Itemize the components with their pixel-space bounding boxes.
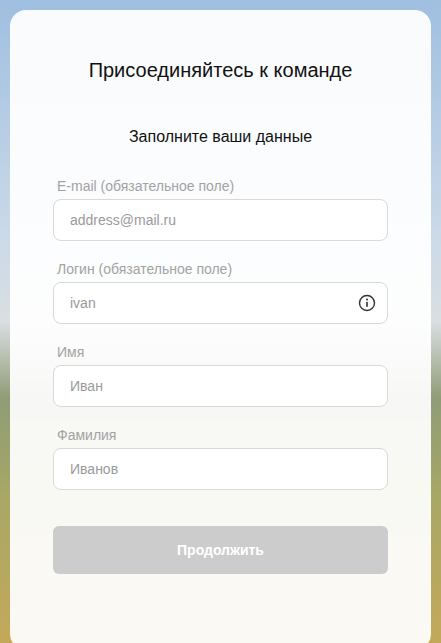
text-input[interactable]	[53, 199, 388, 241]
field-wrap	[53, 365, 388, 407]
field-wrap	[53, 448, 388, 490]
field-label: Имя	[57, 342, 388, 362]
form-field: Логин (обязательное поле)	[53, 259, 388, 324]
form-subtitle: Заполните ваши данные	[53, 126, 388, 148]
text-input[interactable]	[53, 282, 388, 324]
text-input[interactable]	[53, 365, 388, 407]
text-input[interactable]	[53, 448, 388, 490]
background-photo: Присоединяйтесь к команде Заполните ваши …	[0, 0, 441, 643]
field-list: E-mail (обязательное поле) Логин (обязате…	[53, 176, 388, 490]
continue-button[interactable]: Продолжить	[53, 526, 388, 574]
field-label: E-mail (обязательное поле)	[57, 176, 388, 196]
form-field: Имя	[53, 342, 388, 407]
field-label: Логин (обязательное поле)	[57, 259, 388, 279]
registration-card: Присоединяйтесь к команде Заполните ваши …	[10, 10, 431, 643]
form-field: E-mail (обязательное поле)	[53, 176, 388, 241]
form-title: Присоединяйтесь к команде	[53, 56, 388, 84]
field-wrap	[53, 282, 388, 324]
form-field: Фамилия	[53, 425, 388, 490]
field-label: Фамилия	[57, 425, 388, 445]
field-wrap	[53, 199, 388, 241]
info-icon[interactable]	[358, 294, 376, 312]
